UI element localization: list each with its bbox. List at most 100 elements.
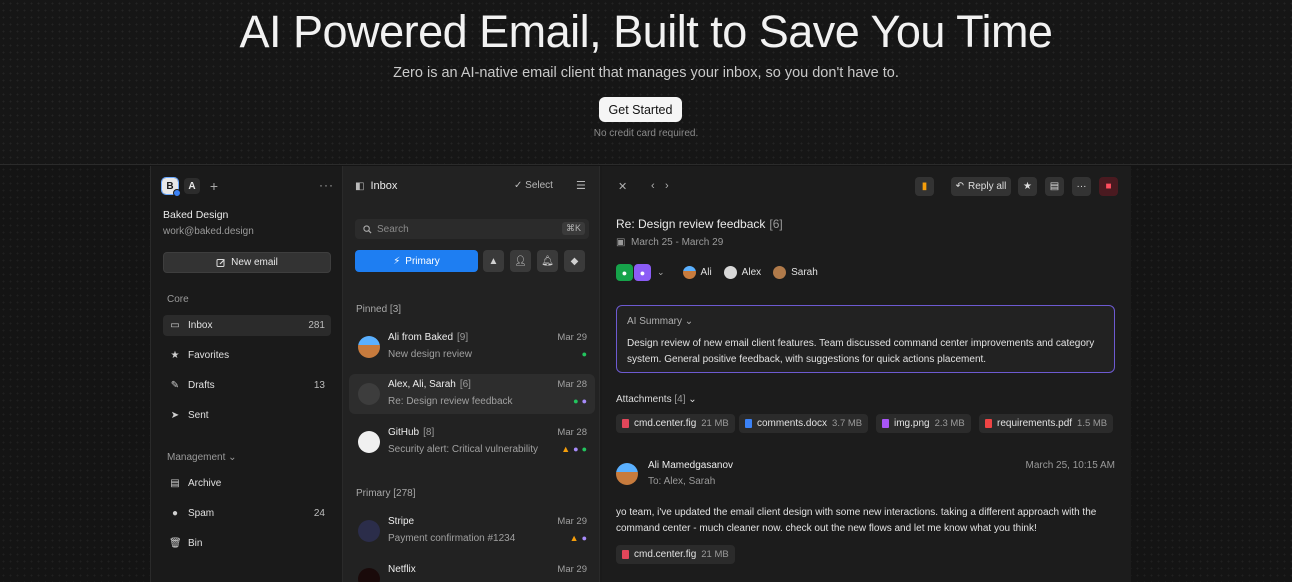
attachment-chip[interactable]: requirements.pdf 1.5 MB (979, 414, 1114, 433)
sidebar-item-bin[interactable]: 🗑 Bin (163, 533, 331, 554)
participant[interactable]: Sarah (773, 266, 818, 279)
sidebar-item-label: Drafts (188, 380, 215, 391)
bell-icon: ● (581, 396, 587, 406)
bell-icon: ● (581, 533, 587, 543)
account-email: work@baked.design (163, 226, 254, 237)
more-icon[interactable]: ··· (319, 178, 334, 192)
attachment-name: img.png (894, 418, 930, 429)
sidebar-item-archive[interactable]: ▤ Archive (163, 473, 331, 494)
notifications-category-button[interactable]: 🔔︎ (537, 250, 558, 272)
list-item[interactable]: Netflix Mar 29 (349, 559, 595, 582)
hero-section: AI Powered Email, Built to Save You Time… (0, 0, 1292, 165)
spam-icon: ● (171, 508, 179, 519)
new-email-button[interactable]: New email (163, 252, 331, 273)
participant[interactable]: Ali (682, 266, 712, 279)
people-category-button[interactable]: 👤︎ (510, 250, 531, 272)
pin-icon: ▮ (921, 181, 928, 192)
new-email-label: New email (231, 257, 278, 268)
management-label[interactable]: Management ⌄ (167, 452, 237, 463)
user-icon: 👤︎ (514, 255, 527, 267)
pin-button[interactable]: ▮ (915, 177, 934, 196)
chevron-left-icon[interactable]: ‹ (651, 180, 655, 192)
sender-time: March 25, 10:15 AM (1025, 460, 1116, 471)
attachments-count: [4] (674, 394, 686, 405)
list-item[interactable]: Stripe Payment confirmation #1234 Mar 29… (349, 511, 595, 551)
attachment-size: 21 MB (701, 549, 729, 560)
sidebar-item-spam[interactable]: ● Spam 24 (163, 503, 331, 524)
mail-from: Stripe (388, 516, 415, 527)
inbox-icon: ▭ (170, 320, 180, 331)
mail-date: Mar 28 (557, 427, 587, 438)
check-icon: ✓ (514, 180, 523, 191)
reply-all-button[interactable]: ↶ Reply all (951, 177, 1011, 196)
participants-row: ● ● ⌄ Ali Alex Sarah (616, 264, 830, 281)
primary-category-button[interactable]: ⚡ Primary (355, 250, 478, 272)
primary-group-count: [278] (393, 488, 416, 499)
trash-icon: 🗑 (169, 538, 182, 549)
pinned-count: [3] (389, 304, 402, 315)
ai-summary-card: AI Summary ⌄ Design review of new email … (616, 305, 1115, 373)
notification-label-button[interactable]: ● (634, 264, 651, 281)
participant[interactable]: Alex (723, 266, 761, 279)
mail-date: Mar 29 (557, 332, 587, 343)
sidebar-item-sent[interactable]: ➤ Sent (163, 405, 331, 426)
star-icon: ★ (170, 350, 180, 361)
archive-icon: ▤ (170, 478, 180, 489)
get-started-button[interactable]: Get Started (599, 97, 682, 122)
add-account-button[interactable]: + (206, 178, 222, 194)
filter-icon[interactable]: ☰ (576, 179, 586, 192)
star-button[interactable]: ★ (1018, 177, 1037, 196)
warning-category-button[interactable]: ▲ (483, 250, 504, 272)
attachment-chip[interactable]: comments.docx 3.7 MB (739, 414, 869, 433)
list-item[interactable]: GitHub [8] Security alert: Critical vulne… (349, 422, 595, 462)
primary-group-text: Primary (356, 488, 391, 499)
active-badge-icon (173, 189, 181, 197)
sidebar-item-count: 24 (313, 508, 325, 519)
attachment-chip[interactable]: cmd.center.fig 21 MB (616, 414, 735, 433)
panel-toggle-icon[interactable]: ◧ (355, 181, 364, 192)
ai-summary-label: AI Summary (627, 316, 683, 327)
ai-summary-text: Design review of new email client featur… (627, 338, 1095, 365)
attachments-toggle[interactable]: Attachments [4] ⌄ (616, 394, 697, 405)
list-item[interactable]: Ali from Baked [9] New design review Mar … (349, 327, 595, 367)
ai-summary-toggle[interactable]: AI Summary ⌄ (627, 316, 693, 327)
attachment-chip[interactable]: cmd.center.fig 21 MB (616, 545, 735, 564)
mail-from-text: Alex, Ali, Sarah (388, 379, 456, 390)
mail-from-text: GitHub (388, 427, 420, 438)
list-item[interactable]: Alex, Ali, Sarah [6] Re: Design review fe… (349, 374, 595, 414)
mail-from: Alex, Ali, Sarah [6] (388, 379, 471, 390)
attachment-chip[interactable]: img.png 2.3 MB (876, 414, 971, 433)
mail-subject: New design review (388, 349, 472, 360)
account-a[interactable]: A (184, 178, 200, 194)
sidebar-item-inbox[interactable]: ▭ Inbox 281 (163, 315, 331, 336)
select-button[interactable]: ✓ Select (514, 180, 553, 191)
select-label: Select (525, 180, 553, 191)
tags-category-button[interactable]: ◆ (564, 250, 585, 272)
search-input[interactable] (377, 223, 547, 235)
mail-date: Mar 29 (557, 516, 587, 527)
chevron-down-icon: ⌄ (228, 452, 237, 463)
pdf-file-icon (985, 419, 992, 428)
sender-name: Ali Mamedgasanov (648, 460, 734, 471)
chevron-right-icon[interactable]: › (665, 180, 669, 192)
more-button[interactable]: ··· (1072, 177, 1091, 196)
thread-count: [6] (459, 379, 471, 390)
search-icon (363, 224, 372, 234)
delete-button[interactable]: ■ (1099, 177, 1118, 196)
pinned-label: Pinned [3] (356, 304, 401, 315)
sidebar-item-label: Bin (188, 538, 203, 549)
trash-icon: ■ (1105, 181, 1112, 192)
attachments-label: Attachments (616, 394, 672, 405)
core-label: Core (167, 294, 189, 305)
user-label-button[interactable]: ● (616, 264, 633, 281)
chevron-down-icon[interactable]: ⌄ (657, 267, 665, 278)
shortcut-badge: ⌘K (561, 222, 585, 235)
mail-title-count: [6] (769, 217, 783, 231)
sidebar-item-favorites[interactable]: ★ Favorites (163, 345, 331, 366)
close-icon[interactable]: ✕ (618, 180, 627, 193)
account-b[interactable]: B (161, 177, 181, 197)
star-icon: ★ (1023, 181, 1032, 192)
archive-button[interactable]: ▤ (1045, 177, 1064, 196)
sidebar-item-drafts[interactable]: ✎ Drafts 13 (163, 375, 331, 396)
group-avatar-icon (358, 383, 380, 405)
